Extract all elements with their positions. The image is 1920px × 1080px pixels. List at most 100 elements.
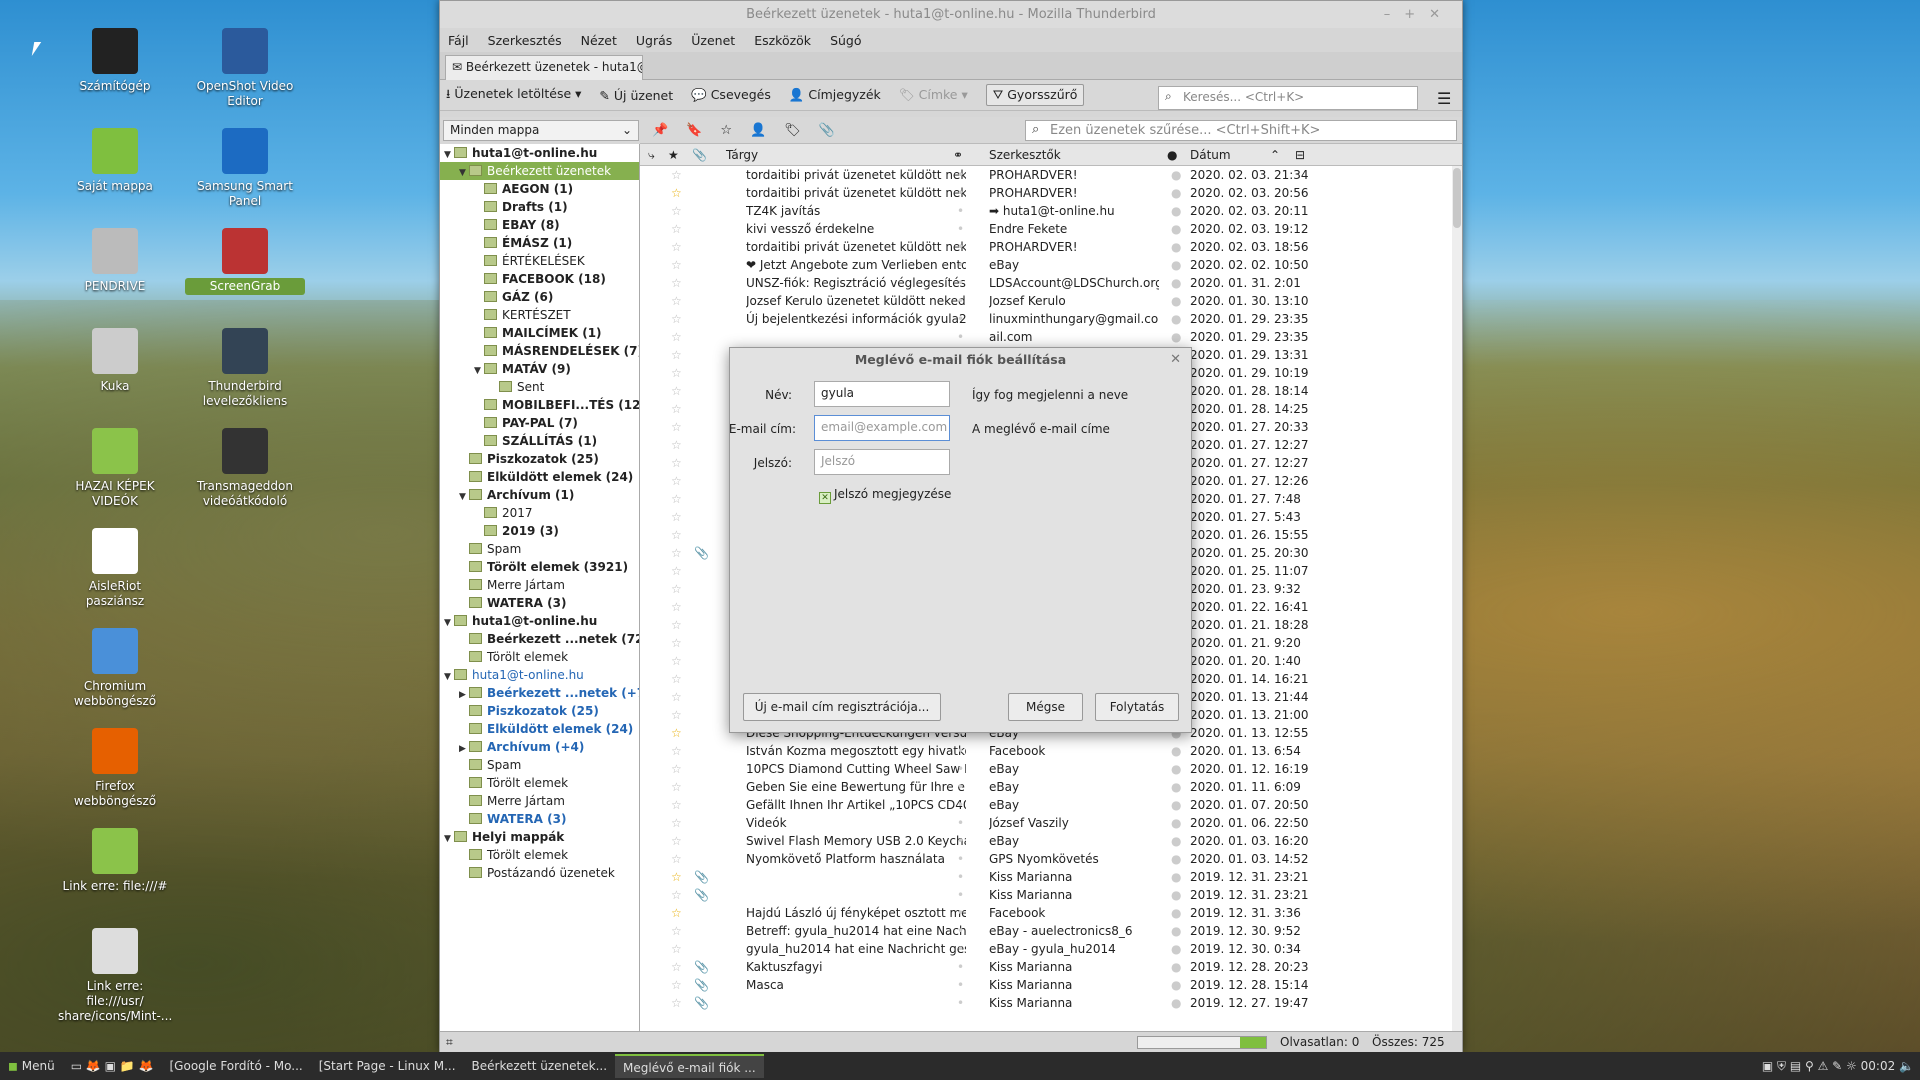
folder-item[interactable]: MAILCÍMEK (1): [440, 324, 639, 342]
read-status-icon[interactable]: •: [957, 976, 964, 994]
junk-status-icon[interactable]: ●: [1171, 868, 1181, 886]
read-status-icon[interactable]: •: [957, 202, 964, 220]
write-button[interactable]: ✎ Új üzenet: [599, 88, 673, 103]
junk-status-icon[interactable]: ●: [1171, 310, 1181, 328]
read-status-icon[interactable]: •: [957, 310, 964, 328]
star-icon[interactable]: ☆: [671, 508, 682, 526]
star-icon[interactable]: ☆: [671, 382, 682, 400]
message-row[interactable]: ☆ 10PCS Diamond Cutting Wheel Saw Blades …: [640, 760, 1452, 778]
global-search-input[interactable]: ⌕ Keresés... <Ctrl+K>: [1158, 86, 1418, 110]
star-icon[interactable]: ☆: [671, 166, 682, 184]
menu-go[interactable]: Ugrás: [636, 33, 672, 48]
cancel-button[interactable]: Mégse: [1008, 693, 1083, 721]
scrollbar-thumb[interactable]: [1453, 168, 1461, 228]
email-input[interactable]: email@example.com: [814, 415, 950, 441]
taskbar-item-translate[interactable]: [Google Fordító - Mo...: [162, 1054, 311, 1078]
star-icon[interactable]: ☆: [671, 454, 682, 472]
menu-help[interactable]: Súgó: [830, 33, 861, 48]
star-icon[interactable]: ☆: [671, 868, 682, 886]
message-row[interactable]: ☆ 📎 Masca • Kiss Marianna ● 2019. 12. 28. 15:1…: [640, 976, 1452, 994]
star-icon[interactable]: ☆: [671, 796, 682, 814]
desktop-icon[interactable]: Thunderbird levelezőkliens: [185, 328, 305, 410]
folder-item[interactable]: 2019 (3): [440, 522, 639, 540]
address-book-button[interactable]: 👤 Címjegyzék: [789, 87, 881, 103]
desktop-icon[interactable]: Chromium webböngésző: [55, 628, 175, 710]
folder-item[interactable]: AEGON (1): [440, 180, 639, 198]
star-icon[interactable]: ☆: [671, 472, 682, 490]
junk-status-icon[interactable]: ●: [1171, 328, 1181, 346]
junk-status-icon[interactable]: ●: [1171, 184, 1181, 202]
read-status-icon[interactable]: •: [957, 958, 964, 976]
taskbar-item-dialog[interactable]: Meglévő e-mail fiók ...: [615, 1054, 764, 1078]
message-row[interactable]: ☆ Geben Sie eine Bewertung für Ihre eBay-…: [640, 778, 1452, 796]
activity-icon[interactable]: ⌗: [446, 1035, 453, 1050]
star-icon[interactable]: ☆: [671, 724, 682, 742]
desktop-icon[interactable]: Link erre: file:///#: [55, 828, 175, 895]
sticky-filter-icon[interactable]: 📌: [652, 123, 668, 138]
attachment-column-icon[interactable]: 📎: [692, 148, 707, 162]
junk-status-icon[interactable]: ●: [1171, 796, 1181, 814]
message-row[interactable]: ☆ gyula_hu2014 hat eine Nachricht gesende…: [640, 940, 1452, 958]
read-status-icon[interactable]: •: [957, 994, 964, 1012]
folder-item[interactable]: FACEBOOK (18): [440, 270, 639, 288]
read-status-icon[interactable]: •: [957, 868, 964, 886]
read-status-icon[interactable]: •: [957, 814, 964, 832]
thread-column-icon[interactable]: ⤷: [648, 148, 655, 163]
read-status-icon[interactable]: •: [957, 796, 964, 814]
star-icon[interactable]: ☆: [671, 886, 682, 904]
read-status-icon[interactable]: •: [957, 922, 964, 940]
folder-item[interactable]: GÁZ (6): [440, 288, 639, 306]
taskbar-item-thunderbird[interactable]: Beérkezett üzenetek...: [464, 1054, 616, 1078]
read-status-icon[interactable]: •: [957, 904, 964, 922]
junk-status-icon[interactable]: ●: [1171, 292, 1181, 310]
read-status-icon[interactable]: •: [957, 778, 964, 796]
star-icon[interactable]: ☆: [671, 904, 682, 922]
read-status-icon[interactable]: •: [957, 760, 964, 778]
message-row[interactable]: ☆ kivi vessző érdekelne • Endre Fekete ● 2020…: [640, 220, 1452, 238]
star-icon[interactable]: ☆: [671, 994, 682, 1012]
message-row[interactable]: ☆ • ail.com ● 2020. 01. 29. 23:35: [640, 328, 1452, 346]
taskbar-item-startpage[interactable]: [Start Page - Linux M...: [311, 1054, 464, 1078]
star-icon[interactable]: ☆: [671, 616, 682, 634]
tab-inbox[interactable]: ✉ Beérkezett üzenetek - huta1@: [445, 55, 643, 80]
folder-item[interactable]: ▼ Beérkezett üzenetek: [440, 162, 639, 180]
folder-item[interactable]: Spam: [440, 540, 639, 558]
message-row[interactable]: ☆ 📎 • Kiss Marianna ● 2019. 12. 31. 23:21: [640, 868, 1452, 886]
star-icon[interactable]: ☆: [671, 238, 682, 256]
desktop-icon[interactable]: OpenShot Video Editor: [185, 28, 305, 110]
message-row[interactable]: ☆ tordaitibi privát üzenetet küldött neke…: [640, 238, 1452, 256]
star-icon[interactable]: ☆: [671, 202, 682, 220]
folder-item[interactable]: Spam: [440, 756, 639, 774]
folder-item[interactable]: Merre Jártam: [440, 576, 639, 594]
junk-status-icon[interactable]: ●: [1171, 742, 1181, 760]
get-messages-button[interactable]: ⭳ Üzenetek letöltése ▾: [446, 85, 581, 106]
menu-message[interactable]: Üzenet: [691, 33, 735, 48]
desktop-icon[interactable]: Saját mappa: [55, 128, 175, 195]
read-status-icon[interactable]: •: [957, 220, 964, 238]
message-row[interactable]: ☆ Hajdú László új fényképet osztott meg. •…: [640, 904, 1452, 922]
read-status-icon[interactable]: •: [957, 238, 964, 256]
quick-filter-button[interactable]: ⛛ Gyorsszűrő: [985, 84, 1085, 106]
star-icon[interactable]: ☆: [671, 940, 682, 958]
start-menu-button[interactable]: ◼ Menü: [0, 1054, 63, 1078]
desktop-icon[interactable]: Transmageddon videóátkódoló: [185, 428, 305, 510]
star-icon[interactable]: ☆: [671, 706, 682, 724]
message-list-scrollbar[interactable]: [1452, 166, 1462, 1031]
starred-filter-icon[interactable]: ☆: [720, 123, 732, 138]
desktop-icon[interactable]: Firefox webböngésző: [55, 728, 175, 810]
star-icon[interactable]: ☆: [671, 760, 682, 778]
folder-item[interactable]: ▼ Helyi mappák: [440, 828, 639, 846]
read-status-icon[interactable]: •: [957, 292, 964, 310]
star-icon[interactable]: ☆: [671, 346, 682, 364]
read-status-icon[interactable]: •: [957, 742, 964, 760]
junk-status-icon[interactable]: ●: [1171, 940, 1181, 958]
star-icon[interactable]: ☆: [671, 652, 682, 670]
star-icon[interactable]: ☆: [671, 526, 682, 544]
password-input[interactable]: Jelszó: [814, 449, 950, 475]
remember-password-checkbox[interactable]: ✕ Jelszó megjegyzése: [819, 487, 951, 504]
menu-tools[interactable]: Eszközök: [754, 33, 811, 48]
folder-item[interactable]: ▶ Archívum (+4): [440, 738, 639, 756]
read-status-icon[interactable]: •: [957, 850, 964, 868]
menu-edit[interactable]: Szerkesztés: [488, 33, 562, 48]
sender-column-header[interactable]: Szerkesztők: [989, 148, 1061, 162]
